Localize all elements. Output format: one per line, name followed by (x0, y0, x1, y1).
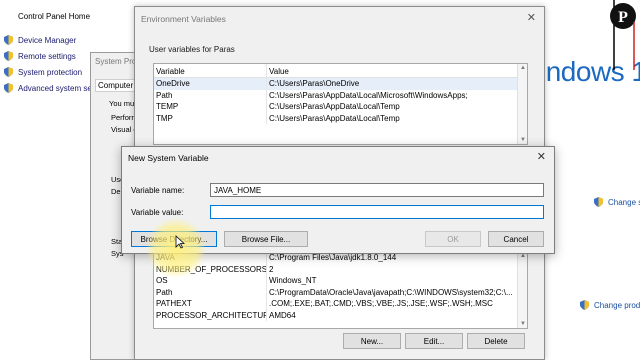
table-header: Variable Value (154, 64, 527, 78)
advanced-system-settings-link[interactable]: Advanced system se (4, 83, 92, 93)
vertical-scrollbar[interactable]: ▲ ▼ (517, 64, 527, 144)
row-variable: TMP (154, 112, 267, 124)
row-value: C:\Users\Paras\AppData\Local\Temp (269, 113, 400, 123)
change-settings-label: Change se (608, 197, 640, 207)
row-variable: PATHEXT (154, 298, 267, 310)
control-panel-sidebar: Control Panel Home Device Manager Remote… (0, 0, 95, 360)
row-value: C:\ProgramData\Oracle\Java\javapath;C:\W… (269, 287, 513, 297)
row-value: 2 (269, 264, 274, 274)
close-icon[interactable]: ✕ (537, 150, 546, 163)
new-button[interactable]: New... (343, 333, 401, 349)
remote-settings-label: Remote settings (18, 51, 76, 61)
delete-button[interactable]: Delete (467, 333, 525, 349)
shield-icon (580, 300, 589, 310)
table-row[interactable]: Path C:\ProgramData\Oracle\Java\javapath… (154, 286, 527, 298)
edit-button[interactable]: Edit... (405, 333, 463, 349)
row-variable: PROCESSOR_ARCHITECTURE (156, 309, 267, 321)
svg-text:P: P (618, 9, 628, 26)
shield-icon (4, 67, 13, 77)
change-product-key-label: Change produ (594, 300, 640, 310)
user-variables-table[interactable]: Variable Value OneDrive C:\Users\Paras\O… (153, 63, 528, 145)
row-value: C:\Users\Paras\OneDrive (269, 79, 360, 88)
new-variable-dialog-title: New System Variable (128, 153, 209, 163)
new-system-variable-dialog: New System Variable ✕ Variable name: JAV… (121, 146, 555, 254)
shield-icon (4, 83, 13, 93)
mouse-pointer-icon (175, 235, 185, 249)
row-value: Windows_NT (269, 276, 317, 285)
scroll-down-icon[interactable]: ▼ (520, 137, 526, 143)
table-row[interactable]: PROCESSOR_ARCHITECTURE AMD64 (154, 309, 527, 321)
shield-icon (4, 35, 13, 45)
system-protection-label: System protection (18, 67, 83, 77)
row-variable: OS (154, 275, 267, 287)
variable-value-label: Variable value: (131, 208, 184, 217)
table-row[interactable]: PATHEXT .COM;.EXE;.BAT;.CMD;.VBS;.VBE;.J… (154, 298, 527, 310)
table-row[interactable]: NUMBER_OF_PROCESSORS 2 (154, 263, 527, 275)
table-row[interactable]: TEMP C:\Users\Paras\AppData\Local\Temp (154, 101, 527, 113)
row-value: C:\Users\Paras\AppData\Local\Microsoft\W… (269, 90, 468, 100)
shield-icon (594, 197, 603, 207)
device-manager-link[interactable]: Device Manager (4, 35, 76, 45)
vertical-scrollbar[interactable]: ▲ ▼ (517, 252, 527, 328)
row-variable: NUMBER_OF_PROCESSORS (156, 263, 267, 275)
table-row[interactable]: TMP C:\Users\Paras\AppData\Local\Temp (154, 112, 527, 124)
row-variable: Path (154, 286, 267, 298)
channel-logo-icon: P (610, 0, 636, 70)
row-value: C:\Users\Paras\AppData\Local\Temp (269, 102, 400, 111)
browse-directory-button[interactable]: Browse Directory... (131, 231, 217, 247)
env-dialog-title: Environment Variables (141, 14, 226, 24)
table-row[interactable]: OneDrive C:\Users\Paras\OneDrive (154, 78, 527, 90)
device-manager-label: Device Manager (18, 35, 77, 45)
system-protection-link[interactable]: System protection (4, 67, 82, 77)
user-variables-group-label: User variables for Paras (149, 45, 235, 54)
row-variable: Path (154, 89, 267, 101)
shield-icon (4, 51, 13, 61)
close-icon[interactable]: ✕ (527, 11, 536, 24)
change-product-key-link[interactable]: Change produ (580, 300, 640, 310)
remote-settings-link[interactable]: Remote settings (4, 51, 76, 61)
row-variable: OneDrive (154, 78, 267, 90)
table-row[interactable]: Path C:\Users\Paras\AppData\Local\Micros… (154, 89, 527, 101)
variable-name-label: Variable name: (131, 186, 185, 195)
row-variable: TEMP (154, 101, 267, 113)
variable-name-input[interactable]: JAVA_HOME (210, 183, 544, 197)
change-settings-link[interactable]: Change se (594, 197, 640, 207)
system-properties-title: System Pro (95, 57, 137, 66)
control-panel-home-link[interactable]: Control Panel Home (18, 12, 90, 21)
system-variables-table[interactable]: JAVA C:\Program Files\Java\jdk1.8.0_144 … (153, 251, 528, 329)
row-value: .COM;.EXE;.BAT;.CMD;.VBS;.VBE;.JS;.JSE;.… (269, 299, 493, 308)
row-value: AMD64 (269, 310, 296, 320)
column-header-variable[interactable]: Variable (154, 64, 267, 77)
scroll-up-icon[interactable]: ▲ (520, 65, 526, 71)
ok-button[interactable]: OK (425, 231, 481, 247)
scroll-down-icon[interactable]: ▼ (520, 321, 526, 327)
column-header-value[interactable]: Value (267, 64, 527, 77)
table-row[interactable]: OS Windows_NT (154, 275, 527, 287)
browse-file-button[interactable]: Browse File... (224, 231, 308, 247)
variable-value-input[interactable] (210, 205, 544, 219)
cancel-button[interactable]: Cancel (488, 231, 544, 247)
advanced-system-settings-label: Advanced system se (18, 83, 92, 93)
